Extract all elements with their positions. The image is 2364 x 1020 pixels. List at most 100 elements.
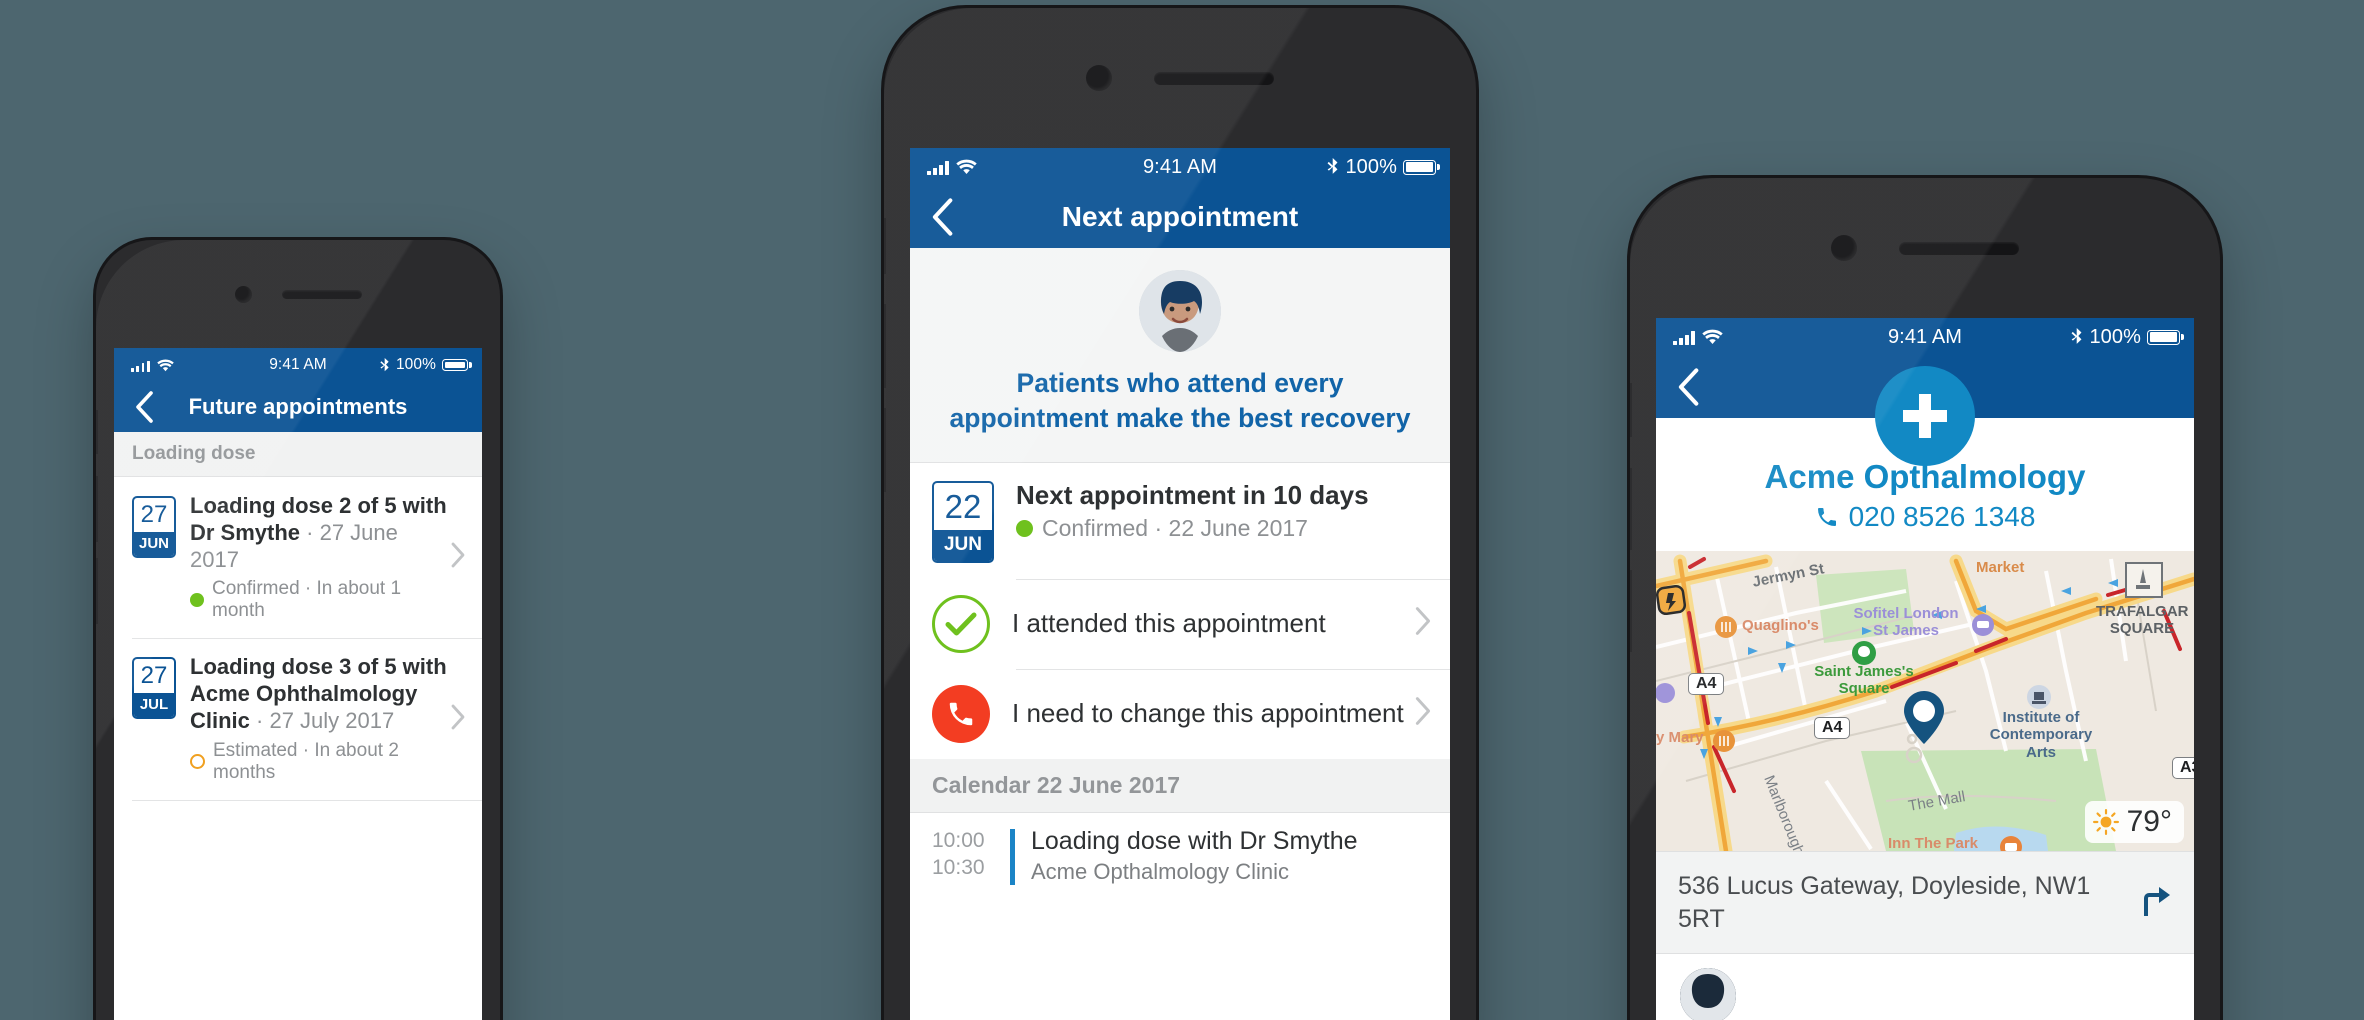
bluetooth-icon bbox=[2071, 328, 2082, 344]
table-row[interactable]: 27 JUL Loading dose 3 of 5 with Acme Oph… bbox=[114, 638, 482, 800]
action-label: I need to change this appointment bbox=[1012, 698, 1404, 729]
row-status: Estimated · In about 2 months bbox=[190, 740, 450, 784]
event-end-time: 10:30 bbox=[932, 856, 985, 880]
hollow-ring-icon bbox=[190, 754, 205, 770]
medical-cross-icon bbox=[1875, 366, 1975, 466]
status-left bbox=[1656, 329, 1723, 345]
map-label-saint-jamess-square: Saint James's Square bbox=[1814, 663, 1914, 698]
next-appointment-status-text: Confirmed · 22 June 2017 bbox=[1042, 515, 1308, 542]
calendar-month: JUN bbox=[134, 532, 174, 556]
staff-avatar bbox=[1680, 968, 1736, 1020]
calendar-month: JUN bbox=[934, 529, 992, 561]
address-bar[interactable]: 536 Lucus Gateway, Doyleside, NW1 5RT bbox=[1656, 851, 2194, 954]
silent-switch[interactable] bbox=[884, 218, 886, 274]
table-row[interactable]: 27 JUN Loading dose 2 of 5 with Dr Smyth… bbox=[114, 477, 482, 639]
road-shield-a4-south: A4 bbox=[1814, 717, 1851, 739]
clinic-phone-link[interactable]: 020 8526 1348 bbox=[1680, 501, 2170, 533]
row-status-text: Estimated · In about 2 months bbox=[213, 739, 399, 783]
back-button[interactable] bbox=[910, 198, 972, 236]
map-label-inn-the-park: Inn The Park bbox=[1888, 835, 1979, 851]
earpiece-speaker bbox=[1899, 241, 2019, 255]
screen-clinic-details: 9:41 AM 100% Acme Opthalmology 020 8526 … bbox=[1656, 318, 2194, 1020]
phone-circle-icon bbox=[932, 684, 990, 743]
sun-icon bbox=[2092, 809, 2119, 835]
front-camera-icon bbox=[1086, 65, 1112, 91]
calendar-badge: 27 JUN bbox=[132, 496, 176, 558]
cellular-bars-icon bbox=[131, 360, 150, 372]
volume-up-button[interactable] bbox=[96, 476, 98, 542]
silent-switch[interactable] bbox=[96, 410, 98, 454]
bluetooth-icon bbox=[1327, 158, 1338, 174]
page-title: Next appointment bbox=[1061, 201, 1299, 232]
wifi-icon bbox=[156, 359, 174, 371]
chevron-right-icon bbox=[450, 542, 466, 573]
chevron-right-icon bbox=[1414, 696, 1432, 731]
road-shield-a4-west: A4 bbox=[1688, 673, 1725, 695]
road-shield-a3: A3 bbox=[2172, 757, 2194, 779]
calendar-event-row[interactable]: 10:00 10:30 Loading dose with Dr Smythe … bbox=[910, 813, 1450, 901]
earpiece-speaker bbox=[281, 289, 362, 299]
back-button[interactable] bbox=[114, 391, 172, 423]
screen-future-appointments: 9:41 AM 100% Future appointments Loading… bbox=[114, 348, 482, 1020]
filled-dot-icon bbox=[190, 593, 204, 608]
calendar-event-times: 10:00 10:30 bbox=[932, 827, 1004, 885]
chevron-left-icon bbox=[932, 198, 953, 236]
clinic-staff-strip bbox=[1656, 954, 2194, 1020]
phone-bezel-top bbox=[884, 8, 1476, 148]
phone-handset-icon bbox=[1817, 508, 1836, 526]
cellular-bars-icon bbox=[927, 161, 949, 175]
event-color-bar bbox=[1010, 828, 1015, 885]
phone-left: 9:41 AM 100% Future appointments Loading… bbox=[96, 240, 500, 1020]
patient-avatar bbox=[1139, 270, 1221, 352]
section-header-calendar: Calendar 22 June 2017 bbox=[910, 758, 1450, 813]
volume-down-button[interactable] bbox=[96, 558, 98, 624]
battery-icon bbox=[1403, 159, 1436, 175]
back-button[interactable] bbox=[1656, 368, 1718, 406]
phone-right: 9:41 AM 100% Acme Opthalmology 020 8526 … bbox=[1630, 178, 2220, 1020]
clinic-header: Acme Opthalmology 020 8526 1348 bbox=[1656, 366, 2194, 551]
cellular-bars-icon bbox=[1673, 331, 1695, 345]
calendar-badge: 22 JUN bbox=[932, 480, 994, 563]
volume-down-button[interactable] bbox=[1630, 570, 1632, 652]
status-bar: 9:41 AM 100% bbox=[1656, 318, 2194, 356]
row-status: Confirmed · In about 1 month bbox=[190, 578, 450, 622]
map-label-quaglinos: Quaglino's bbox=[1742, 617, 1819, 634]
navigation-bar: Next appointment bbox=[910, 186, 1450, 248]
navigation-bar: Future appointments bbox=[114, 382, 482, 432]
action-attended[interactable]: I attended this appointment bbox=[910, 578, 1450, 669]
volume-down-button[interactable] bbox=[884, 408, 886, 492]
calendar-day: 22 bbox=[944, 487, 982, 525]
calendar-day: 27 bbox=[140, 501, 168, 528]
weather-temperature: 79° bbox=[2126, 805, 2172, 838]
next-appointment-row[interactable]: 22 JUN Next appointment in 10 days Confi… bbox=[910, 462, 1450, 579]
battery-icon bbox=[442, 359, 468, 371]
phone-bezel-top bbox=[1630, 178, 2220, 318]
action-label: I attended this appointment bbox=[1012, 608, 1326, 639]
directions-arrow-icon[interactable] bbox=[2138, 883, 2172, 922]
clinic-address: 536 Lucus Gateway, Doyleside, NW1 5RT bbox=[1678, 872, 2091, 933]
hero-message-panel: Patients who attend every appointment ma… bbox=[910, 248, 1450, 463]
hero-message: Patients who attend every appointment ma… bbox=[949, 368, 1411, 433]
status-bar: 9:41 AM 100% bbox=[114, 348, 482, 382]
silent-switch[interactable] bbox=[1630, 383, 1632, 437]
volume-up-button[interactable] bbox=[884, 304, 886, 388]
status-left bbox=[114, 359, 174, 372]
event-title: Loading dose with Dr Smythe bbox=[1031, 826, 1358, 855]
front-camera-icon bbox=[234, 285, 252, 303]
calendar-month: JUL bbox=[134, 693, 174, 718]
phone-center: 9:41 AM 100% Next appointment Patients w… bbox=[884, 8, 1476, 1020]
map-view[interactable]: Jermyn St Market Sofitel London St James… bbox=[1656, 551, 2194, 851]
status-right: 100% bbox=[379, 356, 482, 374]
map-label-y-mary: y Mary bbox=[1656, 729, 1704, 746]
wifi-icon bbox=[955, 159, 977, 175]
table-row-partial bbox=[114, 799, 482, 814]
status-left bbox=[910, 159, 977, 175]
chevron-right-icon bbox=[1414, 606, 1432, 641]
map-label-ica: Institute of Contemporary Arts bbox=[1989, 709, 2093, 761]
map-label-market: Market bbox=[1976, 559, 2025, 576]
front-camera-icon bbox=[1831, 235, 1857, 261]
next-appointment-title: Next appointment in 10 days bbox=[1016, 479, 1369, 510]
phone-bezel-top bbox=[96, 240, 500, 348]
action-change-appointment[interactable]: I need to change this appointment bbox=[910, 668, 1450, 759]
volume-up-button[interactable] bbox=[1630, 468, 1632, 550]
